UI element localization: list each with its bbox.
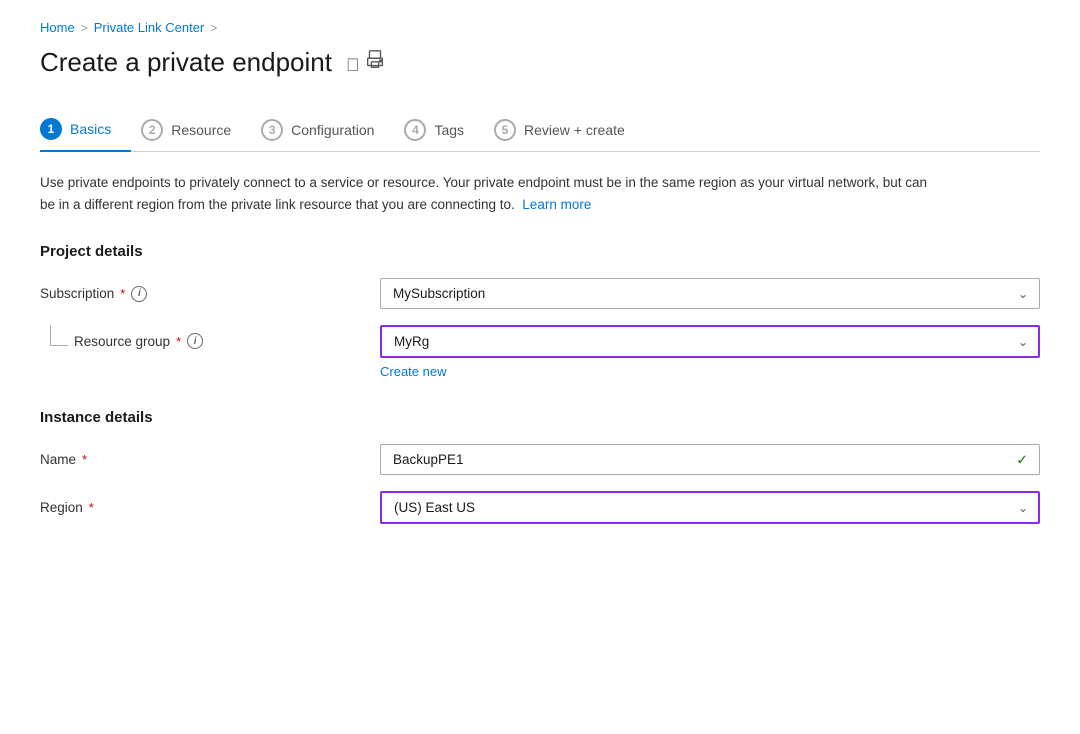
- breadcrumb-home[interactable]: Home: [40, 20, 75, 35]
- horizontal-line: [50, 345, 68, 346]
- tab-resource[interactable]: 2 Resource: [141, 109, 251, 151]
- subscription-label: Subscription * i: [40, 286, 380, 302]
- create-new-link[interactable]: Create new: [380, 364, 446, 379]
- tab-tags-label: Tags: [434, 122, 464, 138]
- tab-basics-label: Basics: [70, 121, 111, 137]
- printer-icon: [364, 49, 386, 71]
- tab-basics[interactable]: 1 Basics: [40, 108, 131, 152]
- subscription-row: Subscription * i MySubscription ⌄: [40, 278, 1040, 309]
- resource-group-info-icon[interactable]: i: [187, 333, 203, 349]
- tab-review-num: 5: [494, 119, 516, 141]
- resource-group-select[interactable]: MyRg: [380, 325, 1040, 358]
- vertical-line: [50, 325, 51, 345]
- instance-details-section: Instance details Name * ✓ Region *: [40, 409, 1040, 524]
- hline-container: [50, 345, 68, 346]
- description-text: Use private endpoints to privately conne…: [40, 172, 940, 215]
- tab-resource-label: Resource: [171, 122, 231, 138]
- resource-group-container: Resource group * i MyRg ⌄ Create new: [40, 325, 1040, 379]
- resource-group-label: Resource group * i: [68, 325, 203, 349]
- name-check-icon: ✓: [1016, 451, 1028, 468]
- name-row: Name * ✓: [40, 444, 1040, 475]
- learn-more-link[interactable]: Learn more: [522, 197, 591, 212]
- breadcrumb-sep-2: >: [210, 21, 217, 35]
- tab-tags-num: 4: [404, 119, 426, 141]
- breadcrumb: Home > Private Link Center >: [40, 20, 1040, 35]
- region-label: Region *: [40, 500, 380, 515]
- subscription-required: *: [120, 286, 125, 301]
- resource-group-select-wrapper: MyRg ⌄: [380, 325, 1040, 358]
- tab-review-create[interactable]: 5 Review + create: [494, 109, 645, 151]
- tab-review-label: Review + create: [524, 122, 625, 138]
- breadcrumb-sep-1: >: [81, 21, 88, 35]
- region-required: *: [89, 500, 94, 515]
- project-details-section: Project details Subscription * i MySubsc…: [40, 243, 1040, 379]
- project-details-title: Project details: [40, 243, 1040, 260]
- tab-configuration-label: Configuration: [291, 122, 374, 138]
- tab-resource-num: 2: [141, 119, 163, 141]
- tab-configuration[interactable]: 3 Configuration: [261, 109, 394, 151]
- breadcrumb-private-link[interactable]: Private Link Center: [94, 20, 205, 35]
- subscription-select[interactable]: MySubscription: [380, 278, 1040, 309]
- print-icon[interactable]: : [346, 49, 387, 76]
- indent-lines: [40, 325, 68, 346]
- resource-group-required: *: [176, 334, 181, 349]
- region-select-wrapper: (US) East US ⌄: [380, 491, 1040, 524]
- tab-configuration-num: 3: [261, 119, 283, 141]
- instance-details-title: Instance details: [40, 409, 1040, 426]
- resource-group-control: MyRg ⌄ Create new: [380, 325, 1040, 379]
- name-label: Name *: [40, 452, 380, 467]
- tabs-container: 1 Basics 2 Resource 3 Configuration 4 Ta…: [40, 108, 1040, 152]
- tab-basics-num: 1: [40, 118, 62, 140]
- subscription-info-icon[interactable]: i: [131, 286, 147, 302]
- region-row: Region * (US) East US ⌄: [40, 491, 1040, 524]
- tab-tags[interactable]: 4 Tags: [404, 109, 484, 151]
- page-header: Create a private endpoint : [40, 47, 1040, 78]
- region-select[interactable]: (US) East US: [380, 491, 1040, 524]
- subscription-select-wrapper: MySubscription ⌄: [380, 278, 1040, 309]
- name-input-wrapper: ✓: [380, 444, 1040, 475]
- page-title: Create a private endpoint: [40, 47, 332, 78]
- name-input[interactable]: [380, 444, 1040, 475]
- name-required: *: [82, 452, 87, 467]
